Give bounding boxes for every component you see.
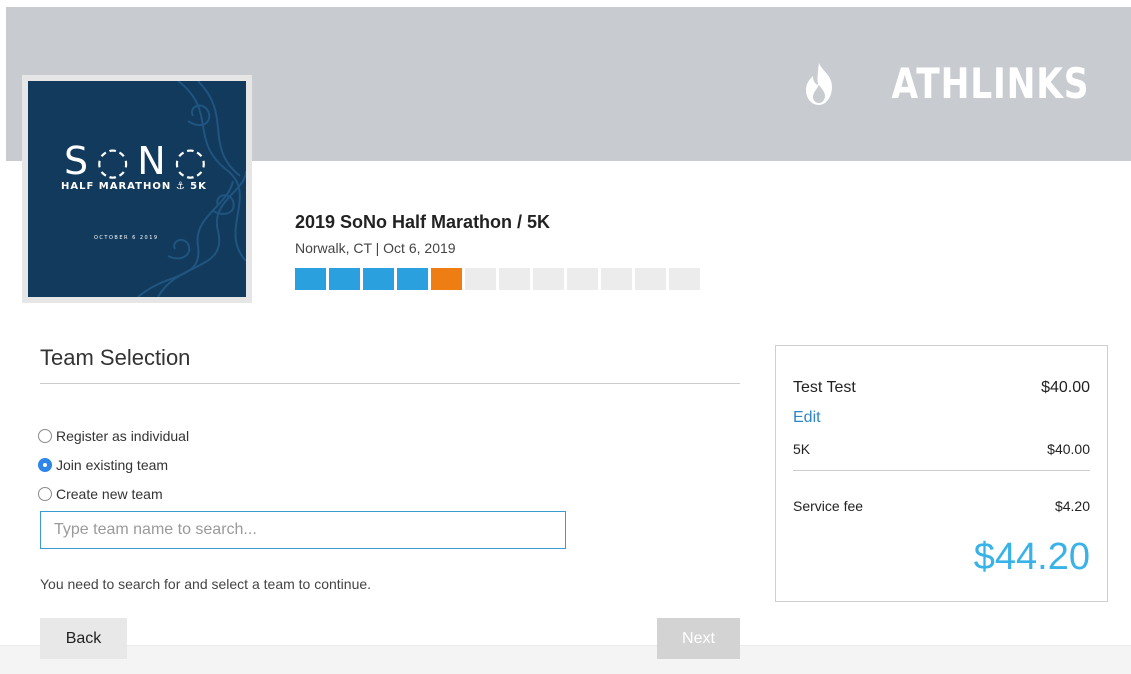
radio-button[interactable] — [38, 428, 52, 443]
progress-step — [635, 268, 666, 290]
fee-amount: $4.20 — [1054, 498, 1090, 514]
progress-step — [397, 268, 428, 290]
progress-step — [533, 268, 564, 290]
summary-fee-row: Service fee $4.20 — [793, 498, 1090, 514]
summary-item-row: 5K $40.00 — [793, 441, 1090, 457]
event-logo-date: OCTOBER 6 2019 — [94, 235, 159, 241]
progress-step — [431, 268, 462, 290]
registrant-name: Test Test — [793, 379, 856, 396]
section-divider — [40, 383, 740, 384]
fee-label: Service fee — [793, 498, 864, 514]
registrant-amount: $40.00 — [1041, 379, 1090, 396]
event-title: 2019 SoNo Half Marathon / 5K — [295, 212, 551, 232]
progress-step — [601, 268, 632, 290]
back-button[interactable]: Back — [40, 618, 127, 659]
option-label: Create new team — [56, 485, 163, 502]
next-button[interactable]: Next — [657, 618, 740, 659]
event-logo-subtitle: HALF MARATHON ⚓ 5K — [61, 181, 207, 192]
progress-step — [329, 268, 360, 290]
team-options: Register as individual Join existing tea… — [38, 421, 189, 508]
option-create-new-team[interactable]: Create new team — [38, 479, 189, 508]
event-location-date: Norwalk, CT | Oct 6, 2019 — [295, 240, 456, 256]
radio-button[interactable] — [38, 457, 52, 472]
event-info: 2019 SoNo Half Marathon / 5K Norwalk, CT… — [295, 212, 700, 290]
radio-button[interactable] — [38, 486, 52, 501]
event-logo-title: S◌N◌ — [64, 139, 215, 183]
flame-icon — [805, 62, 832, 105]
option-label: Join existing team — [56, 456, 169, 473]
summary-divider — [793, 470, 1090, 471]
progress-step — [363, 268, 394, 290]
progress-step — [465, 268, 496, 290]
item-amount: $40.00 — [1047, 441, 1090, 457]
footer-band — [0, 645, 1131, 674]
option-label: Register as individual — [56, 427, 190, 444]
event-logo: S◌N◌ HALF MARATHON ⚓ 5K OCTOBER 6 2019 — [28, 81, 246, 297]
brand-logo[interactable]: ATHLINKS — [798, 59, 1089, 108]
option-register-individual[interactable]: Register as individual — [38, 421, 189, 450]
item-label: 5K — [793, 441, 811, 457]
registration-progress-bar — [295, 268, 700, 290]
progress-step — [295, 268, 326, 290]
progress-step — [669, 268, 700, 290]
total-amount: $44.20 — [973, 536, 1090, 578]
order-summary: Test Test $40.00 Edit 5K $40.00 Service … — [775, 345, 1108, 602]
helper-text: You need to search for and select a team… — [40, 576, 372, 592]
option-join-existing-team[interactable]: Join existing team — [38, 450, 189, 479]
brand-name: ATHLINKS — [891, 59, 1089, 108]
progress-step — [499, 268, 530, 290]
summary-registrant-row: Test Test $40.00 — [793, 379, 1090, 397]
progress-step — [567, 268, 598, 290]
section-title: Team Selection — [40, 345, 191, 370]
team-search-input[interactable] — [40, 511, 566, 549]
edit-link[interactable]: Edit — [793, 409, 821, 427]
event-logo-card: S◌N◌ HALF MARATHON ⚓ 5K OCTOBER 6 2019 — [22, 75, 252, 303]
